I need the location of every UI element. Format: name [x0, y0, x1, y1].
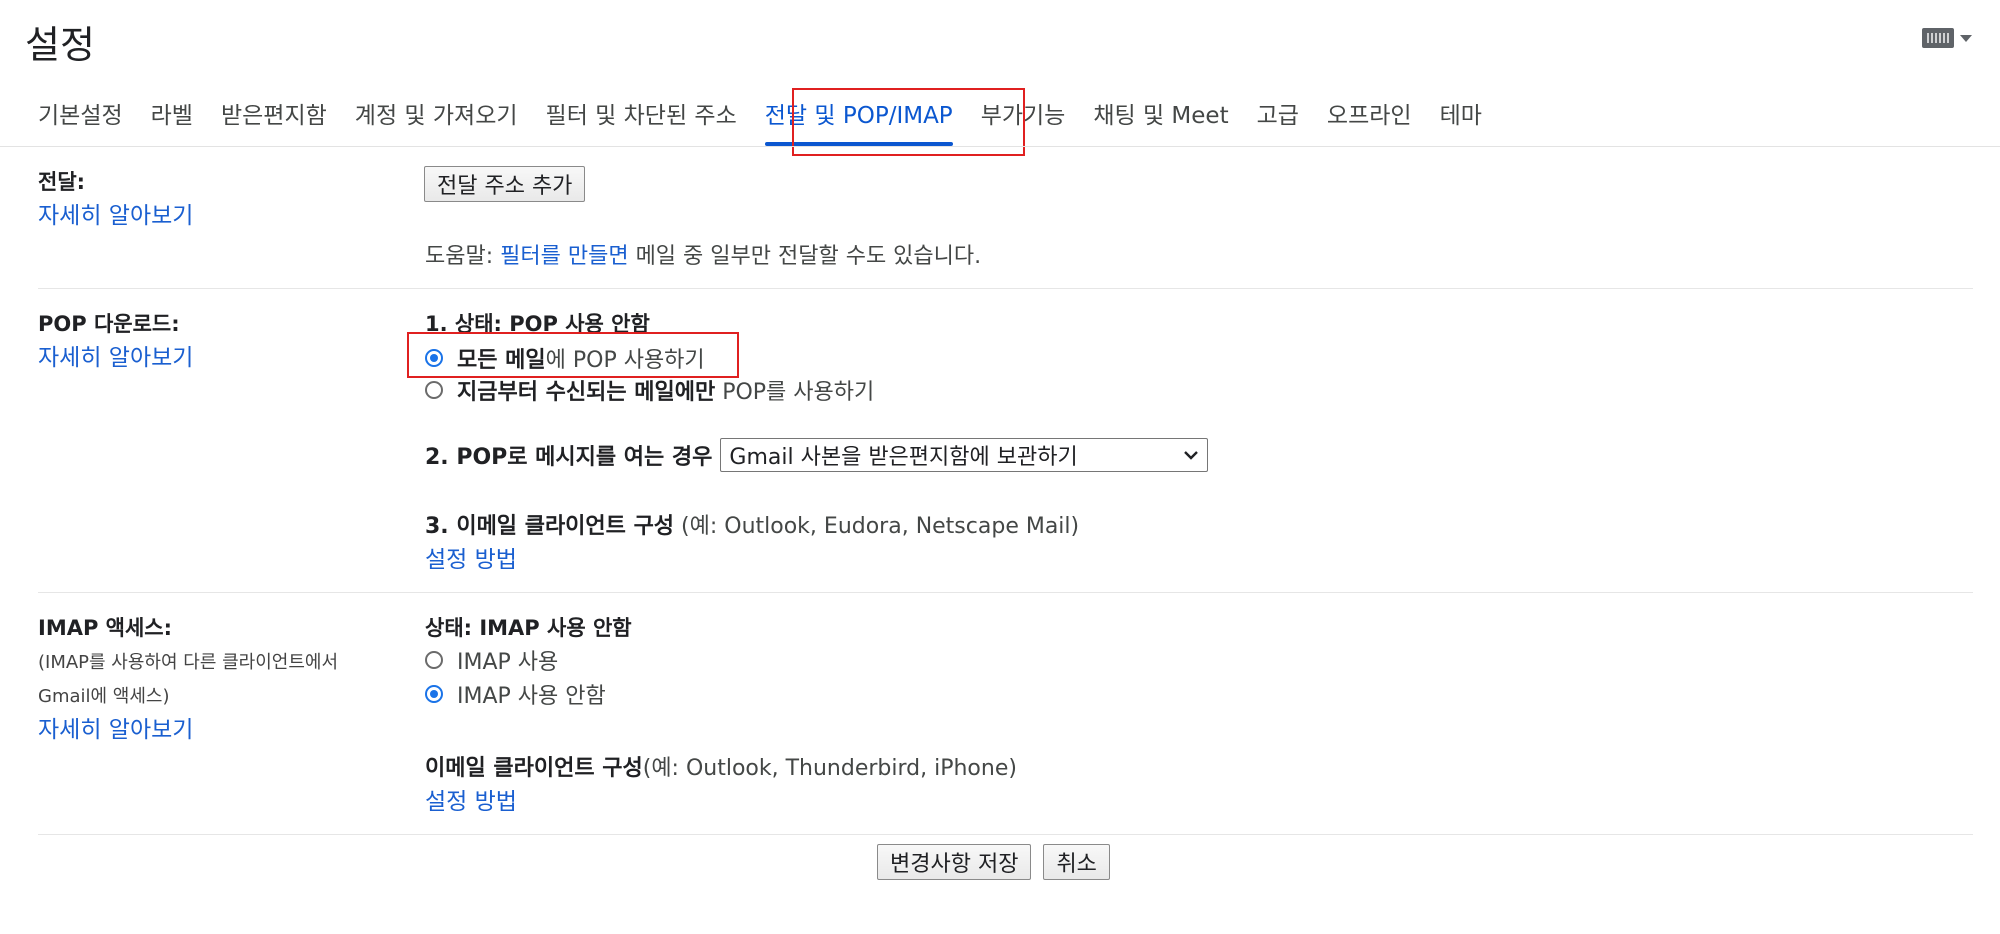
- annotation-highlight-option: [407, 332, 739, 378]
- tab-11[interactable]: 테마: [1440, 92, 1482, 142]
- forwarding-label: 전달:: [38, 170, 86, 194]
- save-button[interactable]: 변경사항 저장: [877, 844, 1032, 880]
- tab-9[interactable]: 고급: [1257, 92, 1299, 142]
- tab-1[interactable]: 기본설정: [38, 92, 123, 142]
- chevron-down-icon: [1184, 451, 1199, 460]
- tab-3[interactable]: 받은편지함: [221, 92, 327, 142]
- forwarding-help: 도움말: 필터를 만들면 메일 중 일부만 전달할 수도 있습니다.: [425, 238, 981, 270]
- pop-when-accessed: 2. POP로 메시지를 여는 경우 Gmail 사본을 받은편지함에 보관하기: [425, 438, 1209, 472]
- option-rest: POP를 사용하기: [715, 380, 875, 405]
- tab-8[interactable]: 채팅 및 Meet: [1093, 92, 1228, 142]
- help-suffix: 메일 중 일부만 전달할 수도 있습니다.: [628, 244, 982, 269]
- cancel-button[interactable]: 취소: [1043, 844, 1110, 880]
- tab-4[interactable]: 계정 및 가져오기: [355, 92, 518, 142]
- imap-setup-link[interactable]: 설정 방법: [425, 782, 517, 816]
- chevron-down-icon: [1960, 34, 1972, 42]
- divider: [38, 592, 1973, 593]
- option-label: IMAP 사용: [457, 650, 559, 675]
- client-config-bold: 이메일 클라이언트 구성: [425, 756, 643, 781]
- imap-option-enable[interactable]: IMAP 사용: [425, 644, 558, 676]
- client-config-rest: (예: Outlook, Thunderbird, iPhone): [642, 756, 1017, 781]
- imap-learn-more-link[interactable]: 자세히 알아보기: [38, 710, 193, 744]
- footer-actions: 변경사항 저장 취소: [877, 844, 1110, 880]
- client-config-bold: 3. 이메일 클라이언트 구성: [425, 514, 675, 539]
- radio-icon[interactable]: [425, 381, 443, 399]
- imap-option-disable[interactable]: IMAP 사용 안함: [425, 678, 606, 710]
- radio-icon[interactable]: [425, 651, 443, 669]
- pop-client-config: 3. 이메일 클라이언트 구성 (예: Outlook, Eudora, Net…: [425, 508, 1079, 540]
- option-label: IMAP 사용 안함: [457, 684, 606, 709]
- divider: [0, 146, 2000, 147]
- pop-action-select[interactable]: Gmail 사본을 받은편지함에 보관하기: [720, 438, 1209, 472]
- divider: [38, 834, 1973, 835]
- imap-status: 상태: IMAP 사용 안함: [425, 616, 632, 640]
- tab-2[interactable]: 라벨: [151, 92, 193, 142]
- tab-5[interactable]: 필터 및 차단된 주소: [546, 92, 737, 142]
- imap-label: IMAP 액세스:: [38, 616, 173, 640]
- when-accessed-label: 2. POP로 메시지를 여는 경우: [425, 445, 713, 470]
- input-tools-button[interactable]: [1922, 28, 1972, 48]
- help-prefix: 도움말:: [425, 244, 501, 269]
- keyboard-icon: [1922, 28, 1954, 48]
- pop-setup-link[interactable]: 설정 방법: [425, 540, 517, 574]
- settings-tabs: 기본설정 라벨 받은편지함 계정 및 가져오기 필터 및 차단된 주소 전달 및 POP/…: [38, 92, 1510, 146]
- divider: [38, 288, 1973, 289]
- pop-label: POP 다운로드:: [38, 312, 180, 336]
- client-config-rest: (예: Outlook, Eudora, Netscape Mail): [674, 514, 1080, 539]
- pop-option-new[interactable]: 지금부터 수신되는 메일에만 POP를 사용하기: [425, 374, 874, 406]
- imap-client-config: 이메일 클라이언트 구성(예: Outlook, Thunderbird, iP…: [425, 750, 1017, 782]
- page-title: 설정: [25, 23, 95, 67]
- select-value: Gmail 사본을 받은편지함에 보관하기: [729, 445, 1078, 470]
- pop-learn-more-link[interactable]: 자세히 알아보기: [38, 338, 193, 372]
- imap-desc-line1: (IMAP를 사용하여 다른 클라이언트에서: [38, 652, 339, 673]
- option-bold: 지금부터 수신되는 메일에만: [457, 380, 716, 405]
- create-filter-link[interactable]: 필터를 만들면: [500, 244, 628, 269]
- imap-desc-line2: Gmail에 액세스): [38, 686, 170, 707]
- add-forwarding-address-button[interactable]: 전달 주소 추가: [424, 166, 586, 202]
- tab-10[interactable]: 오프라인: [1327, 92, 1412, 142]
- radio-icon[interactable]: [425, 685, 443, 703]
- forwarding-learn-more-link[interactable]: 자세히 알아보기: [38, 196, 193, 230]
